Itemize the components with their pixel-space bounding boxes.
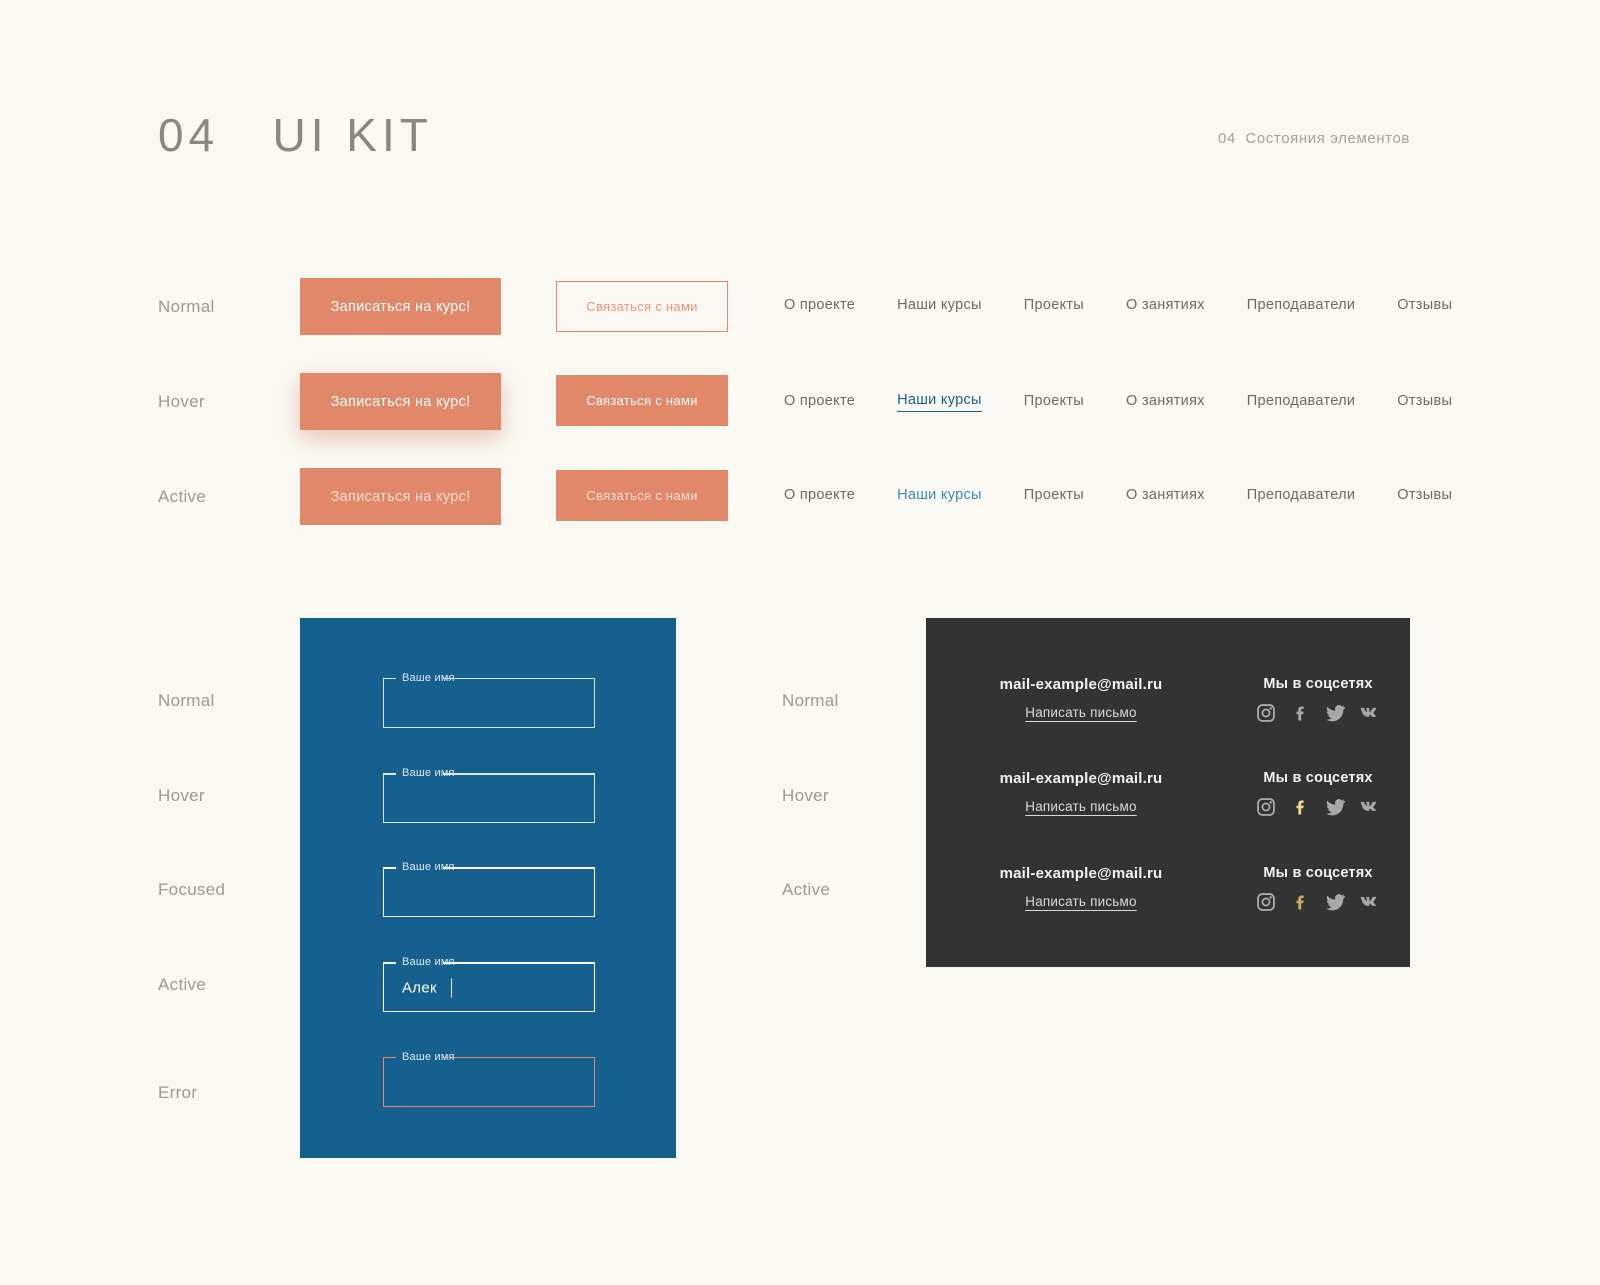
- footer-social-title-normal: Мы в соцсетях: [1263, 676, 1373, 692]
- text-field-active[interactable]: Ваше имя Алек: [383, 956, 595, 1012]
- nav-item-prepodavateli[interactable]: Преподаватели: [1247, 487, 1355, 506]
- field-value: Алек: [402, 978, 452, 998]
- twitter-icon[interactable]: [1325, 702, 1346, 723]
- state-label-buttons-hover: Hover: [158, 392, 205, 411]
- text-caret: [450, 978, 452, 998]
- nav-item-nashi-kursy-hovered[interactable]: Наши курсы: [897, 392, 982, 412]
- field-label: Ваше имя: [402, 861, 455, 873]
- nav-item-otzyvy[interactable]: Отзывы: [1397, 487, 1452, 506]
- footer-email-normal: mail-example@mail.ru: [999, 676, 1163, 693]
- page-title: 04 UI KIT: [158, 109, 433, 161]
- footer-row-hover: mail-example@mail.ru Написать письмо Мы …: [926, 770, 1410, 830]
- field-outline-top-right: [443, 962, 595, 964]
- section-label: 04 Состояния элементов: [1218, 130, 1410, 147]
- nav-item-o-proekte[interactable]: О проекте: [784, 297, 855, 316]
- nav-item-prepodavateli[interactable]: Преподаватели: [1247, 393, 1355, 412]
- footer-write-link-normal[interactable]: Написать письмо: [926, 705, 1236, 720]
- text-field-hover[interactable]: Ваше имя: [383, 767, 595, 823]
- field-label: Ваше имя: [402, 1051, 455, 1063]
- ui-kit-page: 04 UI KIT 04 Состояния элементов Normal …: [0, 0, 1600, 1285]
- state-label-buttons-active: Active: [158, 487, 207, 506]
- state-label-field-active: Active: [158, 975, 207, 994]
- nav-item-prepodavateli[interactable]: Преподаватели: [1247, 297, 1355, 316]
- primary-button-hover[interactable]: Записаться на курс!: [300, 373, 501, 430]
- field-outline-top-left: [383, 1057, 396, 1058]
- nav-item-o-zanyatiyah[interactable]: О занятиях: [1126, 393, 1205, 412]
- state-label-field-focused: Focused: [158, 880, 226, 899]
- vk-icon[interactable]: [1360, 796, 1381, 817]
- nav-item-proekty[interactable]: Проекты: [1024, 297, 1084, 316]
- secondary-button-active[interactable]: Связаться с нами: [556, 470, 728, 521]
- nav-item-nashi-kursy[interactable]: Наши курсы: [897, 297, 982, 316]
- field-outline-top-left: [383, 867, 396, 869]
- field-label: Ваше имя: [402, 956, 455, 968]
- nav-hover: О проекте Наши курсы Проекты О занятиях …: [784, 392, 1452, 412]
- state-label-field-normal: Normal: [158, 691, 215, 710]
- nav-item-proekty[interactable]: Проекты: [1024, 487, 1084, 506]
- twitter-icon[interactable]: [1325, 891, 1346, 912]
- field-label: Ваше имя: [402, 767, 455, 779]
- footer-social-icons-active: [1226, 891, 1410, 912]
- field-outline-top-right: [443, 867, 595, 869]
- footer-row-normal: mail-example@mail.ru Написать письмо Мы …: [926, 676, 1410, 736]
- text-field-focused[interactable]: Ваше имя: [383, 861, 595, 917]
- state-label-footer-active: Active: [782, 880, 831, 899]
- state-label-buttons-normal: Normal: [158, 297, 215, 316]
- field-outline-top-left: [383, 678, 396, 679]
- field-outline-top-left: [383, 773, 396, 775]
- footer-panel: mail-example@mail.ru Написать письмо Мы …: [926, 618, 1410, 967]
- footer-social-title-hover: Мы в соцсетях: [1263, 770, 1373, 786]
- state-label-field-hover: Hover: [158, 786, 205, 805]
- instagram-icon[interactable]: [1255, 702, 1276, 723]
- nav-item-o-proekte[interactable]: О проекте: [784, 487, 855, 506]
- footer-email-active: mail-example@mail.ru: [999, 865, 1163, 882]
- primary-button-normal[interactable]: Записаться на курс!: [300, 278, 501, 335]
- footer-write-link-active[interactable]: Написать письмо: [926, 894, 1236, 909]
- secondary-button-hover[interactable]: Связаться с нами: [556, 375, 728, 426]
- nav-active: О проекте Наши курсы Проекты О занятиях …: [784, 487, 1452, 506]
- footer-write-link-hover[interactable]: Написать письмо: [926, 799, 1236, 814]
- footer-social-icons-normal: [1226, 702, 1410, 723]
- nav-normal: О проекте Наши курсы Проекты О занятиях …: [784, 297, 1452, 316]
- field-outline-top-right: [443, 1057, 595, 1058]
- field-outline-top-right: [443, 773, 595, 775]
- nav-item-o-proekte[interactable]: О проекте: [784, 393, 855, 412]
- field-outline-top-right: [443, 678, 595, 679]
- field-label: Ваше имя: [402, 672, 455, 684]
- instagram-icon[interactable]: [1255, 891, 1276, 912]
- instagram-icon[interactable]: [1255, 796, 1276, 817]
- vk-icon[interactable]: [1360, 891, 1381, 912]
- footer-social-title-active: Мы в соцсетях: [1263, 865, 1373, 881]
- state-label-field-error: Error: [158, 1083, 198, 1102]
- nav-item-otzyvy[interactable]: Отзывы: [1397, 393, 1452, 412]
- text-field-normal[interactable]: Ваше имя: [383, 672, 595, 728]
- state-label-footer-normal: Normal: [782, 691, 839, 710]
- footer-row-active: mail-example@mail.ru Написать письмо Мы …: [926, 865, 1410, 925]
- footer-email-hover: mail-example@mail.ru: [999, 770, 1163, 787]
- nav-item-nashi-kursy-active[interactable]: Наши курсы: [897, 487, 982, 506]
- field-typed-text: Алек: [402, 979, 437, 997]
- vk-icon[interactable]: [1360, 702, 1381, 723]
- nav-item-o-zanyatiyah[interactable]: О занятиях: [1126, 297, 1205, 316]
- primary-button-active[interactable]: Записаться на курс!: [300, 468, 501, 525]
- text-field-error[interactable]: Ваше имя: [383, 1051, 595, 1107]
- state-label-footer-hover: Hover: [782, 786, 829, 805]
- footer-social-icons-hover: [1226, 796, 1410, 817]
- field-outline-top-left: [383, 962, 396, 964]
- facebook-icon-active[interactable]: [1290, 891, 1311, 912]
- facebook-icon[interactable]: [1290, 702, 1311, 723]
- form-panel: Ваше имя Ваше имя Ваше имя Ваше имя Алек: [300, 618, 676, 1158]
- facebook-icon-hovered[interactable]: [1290, 796, 1311, 817]
- nav-item-o-zanyatiyah[interactable]: О занятиях: [1126, 487, 1205, 506]
- nav-item-proekty[interactable]: Проекты: [1024, 393, 1084, 412]
- nav-item-otzyvy[interactable]: Отзывы: [1397, 297, 1452, 316]
- twitter-icon[interactable]: [1325, 796, 1346, 817]
- secondary-button-normal[interactable]: Связаться с нами: [556, 281, 728, 332]
